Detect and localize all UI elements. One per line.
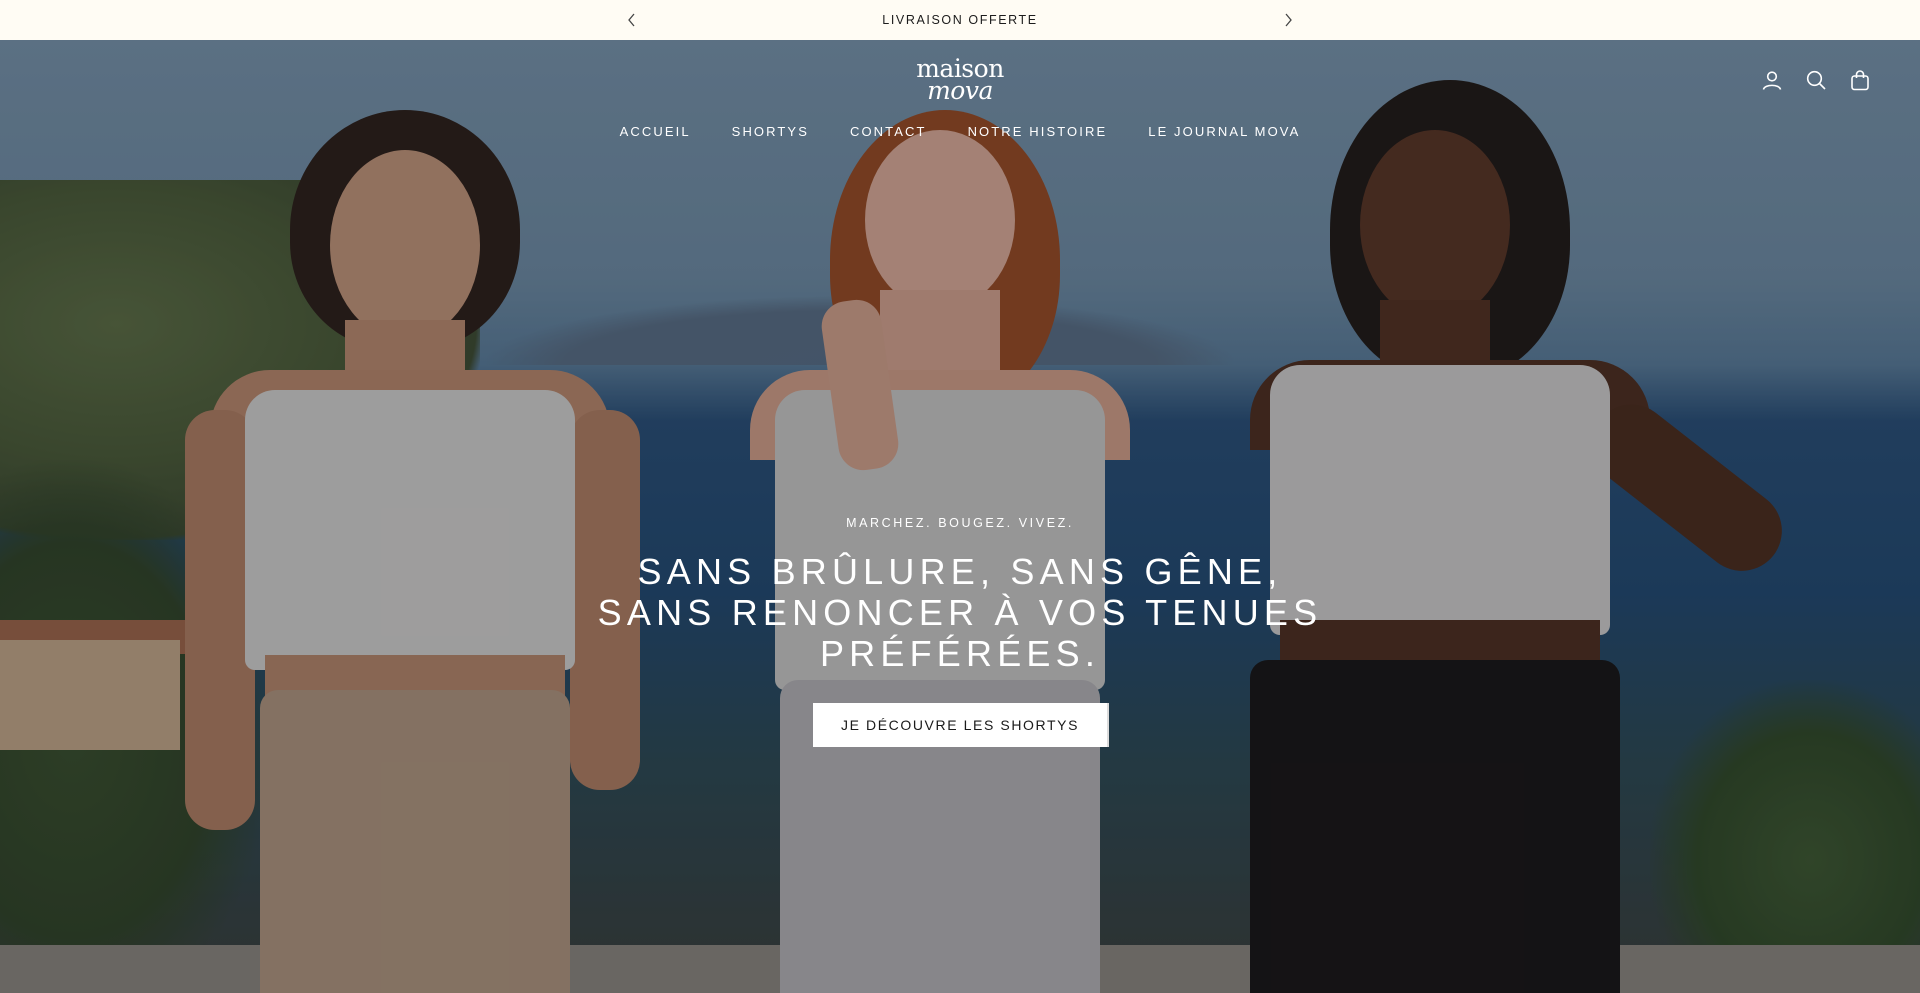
bag-icon[interactable] [1848, 68, 1872, 92]
nav-item-contact[interactable]: CONTACT [850, 124, 927, 139]
account-icon[interactable] [1760, 68, 1784, 92]
hero-headline: SANS BRÛLURE, SANS GÊNE, SANS RENONCER À… [597, 551, 1323, 674]
nav-item-accueil[interactable]: ACCUEIL [620, 124, 691, 139]
nav-item-notre-histoire[interactable]: NOTRE HISTOIRE [968, 124, 1108, 139]
chevron-left-icon[interactable] [620, 8, 644, 32]
announcement-bar: LIVRAISON OFFERTE [0, 0, 1920, 40]
nav-item-shortys[interactable]: SHORTYS [732, 124, 809, 139]
hero-eyebrow: MARCHEZ. BOUGEZ. VIVEZ. [846, 516, 1074, 530]
discover-shortys-button[interactable]: JE DÉCOUVRE LES SHORTYS [812, 703, 1108, 747]
main-nav: ACCUEIL SHORTYS CONTACT NOTRE HISTOIRE L… [0, 124, 1920, 139]
nav-item-journal[interactable]: LE JOURNAL MOVA [1148, 124, 1300, 139]
chevron-right-icon[interactable] [1276, 8, 1300, 32]
logo-line-2: mova [927, 76, 993, 105]
announcement-text: LIVRAISON OFFERTE [882, 13, 1038, 27]
announcement-inner: LIVRAISON OFFERTE [620, 8, 1300, 32]
brand-logo[interactable]: maison mova [910, 56, 1010, 105]
search-icon[interactable] [1804, 68, 1828, 92]
hero-content: MARCHEZ. BOUGEZ. VIVEZ. SANS BRÛLURE, SA… [0, 516, 1920, 747]
header-icons [1760, 68, 1872, 92]
